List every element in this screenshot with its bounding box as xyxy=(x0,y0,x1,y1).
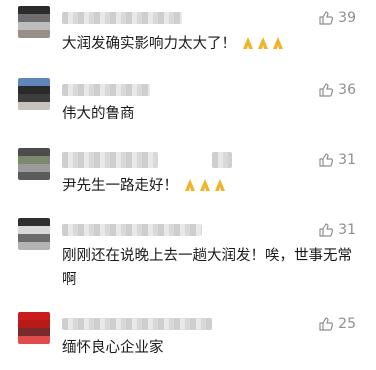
comment-body: 缅怀良心企业家 xyxy=(62,340,164,356)
praying-hands-icon xyxy=(273,37,283,49)
like-button[interactable]: 31 xyxy=(318,222,356,238)
avatar-pixel xyxy=(18,218,50,226)
username-blurred[interactable] xyxy=(62,318,212,330)
username-blurred[interactable] xyxy=(62,152,158,168)
username-blurred[interactable] xyxy=(62,12,182,24)
praying-hands-icon xyxy=(258,37,268,49)
avatar-pixel xyxy=(18,78,50,86)
comment-body: 尹先生一路走好！ xyxy=(62,178,178,194)
avatar-pixel xyxy=(18,94,50,102)
comment-text: 刚刚还在说晚上去一趟大润发！唉，世事无常啊 xyxy=(62,244,358,292)
avatar-pixel xyxy=(18,328,50,336)
like-count: 31 xyxy=(338,222,356,238)
comment-text: 缅怀良心企业家 xyxy=(62,336,358,360)
like-button[interactable]: 31 xyxy=(318,152,356,168)
thumbs-up-icon xyxy=(318,82,334,98)
avatar-pixel xyxy=(18,172,50,180)
thumbs-up-icon xyxy=(318,10,334,26)
avatar-pixel xyxy=(18,164,50,172)
avatar-pixel xyxy=(18,320,50,328)
like-count: 36 xyxy=(338,82,356,98)
like-button[interactable]: 25 xyxy=(318,316,356,332)
avatar[interactable] xyxy=(18,218,50,250)
comment-body: 伟大的鲁商 xyxy=(62,106,135,122)
avatar-pixel xyxy=(18,22,50,30)
avatar-pixel xyxy=(18,14,50,22)
praying-hands-icon xyxy=(185,179,195,191)
praying-hands-icon xyxy=(215,179,225,191)
avatar-pixel xyxy=(18,234,50,242)
comment-list: 39 大润发确实影响力太大了！ 36 伟大的鲁商 31 尹先生一路走好！ 31 … xyxy=(0,0,376,370)
avatar-pixel xyxy=(18,312,50,320)
avatar-pixel xyxy=(18,6,50,14)
avatar[interactable] xyxy=(18,312,50,344)
avatar-pixel xyxy=(18,102,50,110)
emoji-row xyxy=(242,36,287,52)
comment-text: 尹先生一路走好！ xyxy=(62,174,358,198)
like-count: 31 xyxy=(338,152,356,168)
avatar-pixel xyxy=(18,242,50,250)
comment-text: 伟大的鲁商 xyxy=(62,102,358,126)
username-blurred[interactable] xyxy=(62,224,202,236)
emoji-row xyxy=(184,178,229,194)
thumbs-up-icon xyxy=(318,316,334,332)
comment-body: 刚刚还在说晚上去一趟大润发！唉，世事无常啊 xyxy=(62,248,352,288)
comment-body: 大润发确实影响力太大了！ xyxy=(62,36,236,52)
like-button[interactable]: 36 xyxy=(318,82,356,98)
thumbs-up-icon xyxy=(318,222,334,238)
like-count: 25 xyxy=(338,316,356,332)
avatar-pixel xyxy=(18,336,50,344)
praying-hands-icon xyxy=(200,179,210,191)
avatar[interactable] xyxy=(18,78,50,110)
like-count: 39 xyxy=(338,10,356,26)
comment-text: 大润发确实影响力太大了！ xyxy=(62,32,358,56)
thumbs-up-icon xyxy=(318,152,334,168)
avatar[interactable] xyxy=(18,148,50,180)
like-button[interactable]: 39 xyxy=(318,10,356,26)
avatar-pixel xyxy=(18,226,50,234)
avatar-pixel xyxy=(18,86,50,94)
praying-hands-icon xyxy=(243,37,253,49)
avatar-pixel xyxy=(18,148,50,156)
avatar-pixel xyxy=(18,30,50,38)
username-blurred[interactable] xyxy=(62,84,150,96)
username-blurred xyxy=(212,152,232,168)
avatar-pixel xyxy=(18,156,50,164)
avatar[interactable] xyxy=(18,6,50,38)
